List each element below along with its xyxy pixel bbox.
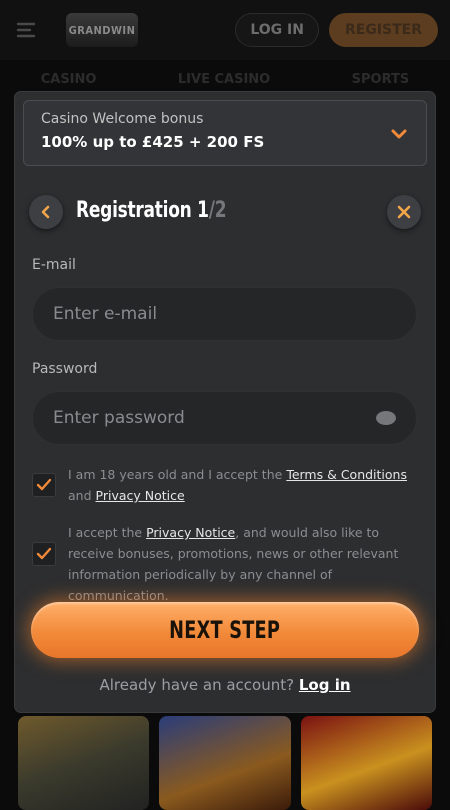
header-register-button[interactable]: REGISTER: [328, 13, 438, 47]
consent-marketing-text: I accept the Privacy Notice, and would a…: [68, 522, 413, 606]
privacy-notice-link[interactable]: Privacy Notice: [146, 525, 235, 540]
registration-modal: Casino Welcome bonus 100% up to £425 + 2…: [15, 92, 435, 712]
site-header: GRANDWIN LOG IN REGISTER: [0, 0, 450, 60]
email-field[interactable]: [32, 287, 417, 341]
next-step-label: NEXT STEP: [169, 616, 281, 644]
password-field[interactable]: [32, 391, 417, 445]
chevron-down-icon: [391, 129, 407, 139]
game-thumbnail[interactable]: [300, 716, 432, 810]
close-icon: [397, 205, 411, 219]
email-input[interactable]: [53, 304, 396, 324]
bonus-selector[interactable]: Casino Welcome bonus 100% up to £425 + 2…: [23, 100, 427, 166]
site-logo[interactable]: GRANDWIN: [66, 13, 138, 47]
consent-terms-text: I am 18 years old and I accept the Terms…: [68, 464, 413, 506]
terms-checkbox[interactable]: [32, 473, 56, 497]
checkmark-icon: [36, 478, 52, 491]
game-thumbnails: [18, 716, 432, 810]
checkmark-icon: [36, 547, 52, 560]
tab-live-casino[interactable]: LIVE CASINO: [178, 72, 270, 87]
menu-icon[interactable]: [12, 15, 42, 45]
consent-terms-and: and: [68, 488, 92, 503]
chevron-left-icon: [41, 205, 50, 219]
page: GRANDWIN LOG IN REGISTER CASINO LIVE CAS…: [0, 0, 450, 810]
privacy-notice-link[interactable]: Privacy Notice: [96, 488, 185, 503]
registration-title-text: Registration 1: [76, 198, 209, 223]
tab-casino[interactable]: CASINO: [41, 72, 97, 87]
nav-tabs: CASINO LIVE CASINO SPORTS: [0, 72, 450, 87]
consent-marketing-row: I accept the Privacy Notice, and would a…: [32, 522, 413, 606]
registration-title: Registration 1/2: [76, 198, 227, 223]
game-thumbnail[interactable]: [159, 716, 291, 810]
game-thumbnail[interactable]: [18, 716, 150, 810]
registration-step-total: /2: [208, 198, 227, 223]
bonus-title: Casino Welcome bonus: [41, 111, 204, 127]
header-login-button[interactable]: LOG IN: [235, 13, 319, 47]
close-button[interactable]: [387, 195, 421, 229]
login-prompt: Already have an account? Log in: [15, 676, 435, 694]
back-button[interactable]: [29, 195, 63, 229]
next-step-button[interactable]: NEXT STEP: [31, 602, 419, 658]
consent-marketing-prefix: I accept the: [68, 525, 143, 540]
password-label: Password: [32, 361, 98, 377]
marketing-checkbox[interactable]: [32, 542, 56, 566]
terms-link[interactable]: Terms & Conditions: [286, 467, 407, 482]
password-input[interactable]: [53, 408, 376, 428]
tab-sports[interactable]: SPORTS: [352, 72, 410, 87]
login-prompt-text: Already have an account?: [99, 676, 295, 694]
eye-icon[interactable]: [376, 411, 396, 425]
bonus-value: 100% up to £425 + 200 FS: [41, 133, 265, 151]
email-label: E-mail: [32, 257, 76, 273]
login-link[interactable]: Log in: [299, 676, 351, 694]
consent-terms-row: I am 18 years old and I accept the Terms…: [32, 464, 413, 506]
consent-terms-prefix: I am 18 years old and I accept the: [68, 467, 283, 482]
